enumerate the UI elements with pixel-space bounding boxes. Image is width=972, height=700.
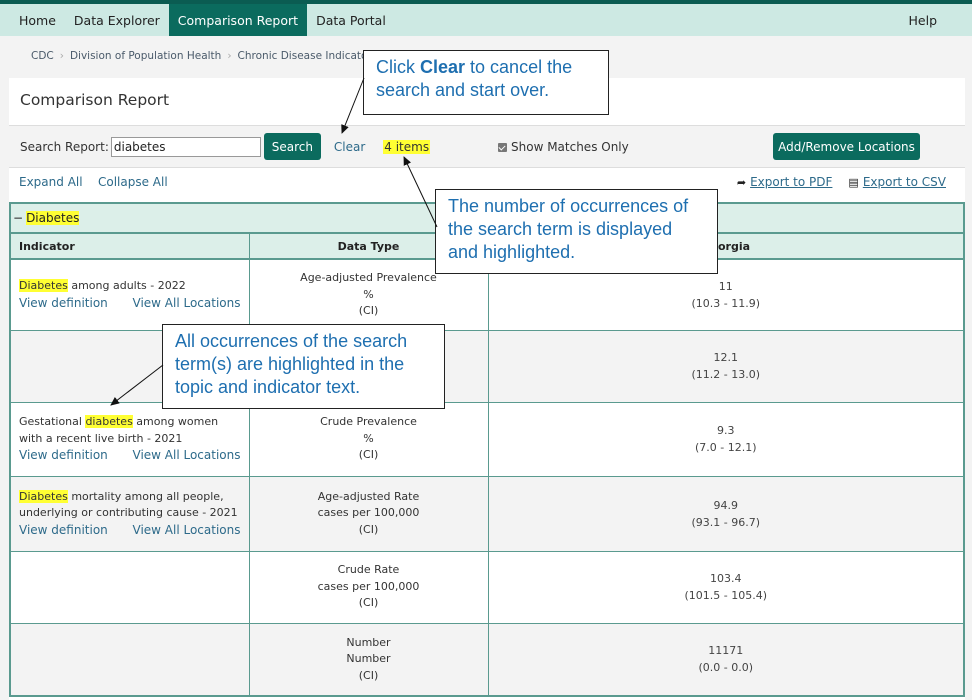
table-row: Gestational diabetes among women with a …	[11, 402, 963, 477]
nav-data-portal[interactable]: Data Portal	[307, 4, 395, 36]
value: 103.4	[710, 572, 742, 585]
value-cell: 103.4 (101.5 - 105.4)	[488, 551, 963, 624]
chevron-right-icon: ›	[59, 50, 64, 62]
search-bar: Search Report: Search Clear 4 items Show…	[9, 125, 965, 168]
indicator-text: Diabetes among adults - 2022	[19, 279, 186, 293]
match-count-badge: 4 items	[383, 139, 431, 154]
col-header-indicator: Indicator	[11, 234, 250, 260]
search-label: Search Report:	[20, 139, 109, 154]
view-definition-link[interactable]: View definition	[19, 522, 108, 539]
confidence-interval: (11.2 - 13.0)	[691, 368, 761, 381]
main-nav: Home Data Explorer Comparison Report Dat…	[0, 4, 972, 36]
indicator-cell	[11, 623, 250, 695]
search-highlight: Diabetes	[19, 489, 68, 503]
value-cell: 12.1 (11.2 - 13.0)	[488, 330, 963, 403]
excel-icon: ▤	[848, 175, 859, 189]
share-arrow-icon: ➦	[736, 175, 747, 189]
table-row: 12.1 (11.2 - 13.0)	[11, 330, 963, 403]
value: 12.1	[713, 351, 739, 364]
breadcrumb-cdc[interactable]: CDC	[31, 50, 54, 62]
value-cell: 11171 (0.0 - 0.0)	[488, 623, 963, 695]
comparison-table-section: − Diabetes Indicator Data Type Georgia D…	[9, 202, 965, 697]
report-panel: Comparison Report Search Report: Search …	[9, 78, 965, 700]
search-input[interactable]	[110, 136, 261, 157]
indicator-cell: Diabetes among adults - 2022 View defini…	[11, 259, 250, 331]
indicator-text: Gestational diabetes among women with a …	[19, 415, 219, 445]
clear-link[interactable]: Clear	[334, 140, 365, 154]
value-cell: 94.9 (93.1 - 96.7)	[488, 476, 963, 552]
callout-clear: Click Clear to cancel the search and sta…	[363, 50, 609, 115]
value: 11	[718, 279, 733, 293]
export-csv-link[interactable]: Export to CSV	[863, 175, 946, 189]
breadcrumb-division[interactable]: Division of Population Health	[70, 50, 221, 62]
confidence-interval: (101.5 - 105.4)	[684, 589, 768, 602]
data-type-cell: Crude Rate cases per 100,000 (CI)	[249, 551, 489, 624]
value: 94.9	[713, 498, 739, 512]
indicator-text: Diabetes mortality among all people, und…	[19, 489, 238, 520]
indicator-cell: Diabetes mortality among all people, und…	[11, 476, 250, 552]
value-cell: 9.3 (7.0 - 12.1)	[488, 402, 963, 477]
nav-data-explorer[interactable]: Data Explorer	[65, 4, 169, 36]
view-all-locations-link[interactable]: View All Locations	[133, 447, 241, 464]
confidence-interval: (0.0 - 0.0)	[698, 661, 754, 675]
expand-all-link[interactable]: Expand All	[19, 175, 83, 189]
table-row: Number Number (CI) 11171 (0.0 - 0.0)	[11, 623, 963, 695]
nav-help[interactable]: Help	[900, 4, 947, 36]
indicator-cell	[11, 551, 250, 624]
view-all-locations-link[interactable]: View All Locations	[133, 295, 241, 312]
table-row: Diabetes mortality among all people, und…	[11, 476, 963, 552]
data-type-cell: Crude Prevalence % (CI)	[249, 402, 489, 477]
search-highlight: diabetes	[85, 415, 133, 429]
add-remove-locations-button[interactable]: Add/Remove Locations	[773, 133, 920, 160]
collapse-all-link[interactable]: Collapse All	[98, 175, 168, 189]
topic-title: Diabetes	[26, 211, 80, 225]
data-type-cell: Number Number (CI)	[249, 623, 489, 695]
value: 11171	[708, 644, 744, 658]
view-definition-link[interactable]: View definition	[19, 295, 108, 312]
checkbox-checked-icon[interactable]	[498, 142, 507, 152]
data-type-cell: Age-adjusted Rate cases per 100,000 (CI)	[249, 476, 489, 552]
indicator-cell: Gestational diabetes among women with a …	[11, 402, 250, 477]
callout-highlight: All occurrences of the search term(s) ar…	[162, 324, 445, 409]
view-all-locations-link[interactable]: View All Locations	[133, 522, 241, 539]
nav-home[interactable]: Home	[10, 4, 65, 36]
confidence-interval: (10.3 - 11.9)	[691, 296, 761, 310]
export-pdf-link[interactable]: Export to PDF	[750, 175, 832, 189]
nav-comparison-report[interactable]: Comparison Report	[168, 4, 308, 36]
show-matches-label: Show Matches Only	[511, 140, 629, 154]
callout-count: The number of occurrences of the search …	[435, 189, 718, 274]
show-matches-only-toggle[interactable]: Show Matches Only	[498, 140, 629, 154]
confidence-interval: (7.0 - 12.1)	[694, 441, 757, 454]
view-definition-link[interactable]: View definition	[19, 447, 108, 464]
collapse-icon[interactable]: −	[13, 211, 23, 225]
confidence-interval: (93.1 - 96.7)	[691, 515, 761, 529]
chevron-right-icon: ›	[227, 50, 232, 62]
search-button[interactable]: Search	[263, 133, 321, 160]
breadcrumb-cdi[interactable]: Chronic Disease Indicators	[238, 50, 378, 62]
table-row: Crude Rate cases per 100,000 (CI) 103.4 …	[11, 551, 963, 624]
search-highlight: Diabetes	[19, 279, 68, 293]
comparison-table: Indicator Data Type Georgia Diabetes amo…	[11, 234, 963, 695]
value: 9.3	[717, 424, 735, 437]
